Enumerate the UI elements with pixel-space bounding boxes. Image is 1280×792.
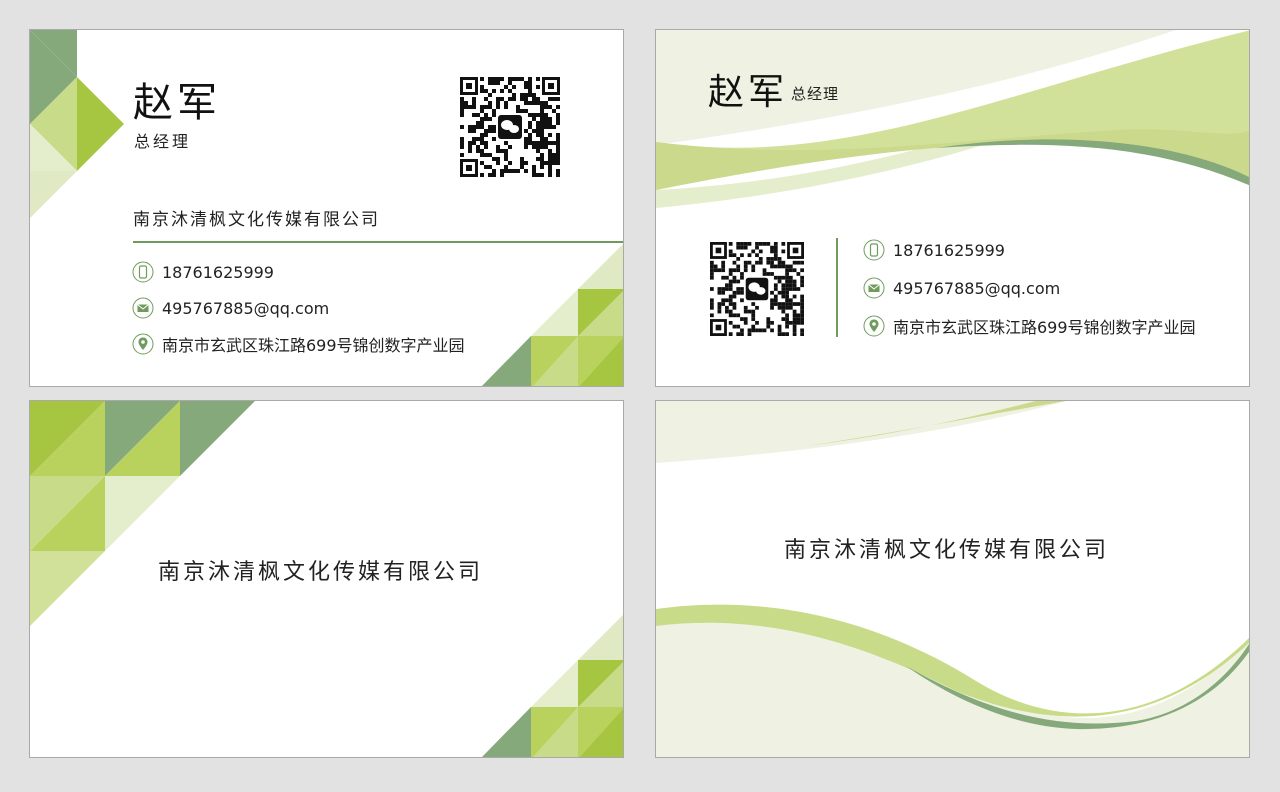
qr-code: [710, 242, 804, 336]
mail-icon: [863, 277, 885, 299]
email-address: 495767885@qq.com: [162, 298, 330, 318]
street-address: 南京市玄武区珠江路699号锦创数字产业园: [893, 318, 1196, 337]
phone-icon: [132, 261, 154, 283]
person-title: 总经理: [791, 85, 840, 103]
geometric-decoration-bottom: [481, 615, 623, 757]
email-address: 495767885@qq.com: [893, 278, 1061, 298]
phone-number: 18761625999: [162, 262, 274, 282]
person-title: 总经理: [134, 132, 192, 151]
divider-line: [133, 241, 623, 243]
business-card-front-geometric: 赵军 总经理 南京沐清枫文化传媒有限公司 18761625999 4957678…: [29, 29, 624, 387]
contact-address: 南京市玄武区珠江路699号锦创数字产业园: [132, 332, 465, 356]
contact-address: 南京市玄武区珠江路699号锦创数字产业园: [863, 314, 1196, 338]
person-name: 赵军: [133, 80, 221, 126]
company-name: 南京沐清枫文化传媒有限公司: [784, 538, 1110, 563]
phone-number: 18761625999: [893, 240, 1005, 260]
location-pin-icon: [863, 315, 885, 337]
contact-phone: 18761625999: [863, 239, 1005, 261]
street-address: 南京市玄武区珠江路699号锦创数字产业园: [162, 336, 465, 355]
business-card-back-geometric: 南京沐清枫文化传媒有限公司: [29, 400, 624, 758]
business-card-front-wave: 赵军 总经理 18761625999 495767885@qq.com 南京市玄…: [655, 29, 1250, 387]
person-name: 赵军: [708, 72, 789, 113]
company-name: 南京沐清枫文化传媒有限公司: [133, 210, 380, 230]
business-card-back-wave: 南京沐清枫文化传媒有限公司: [655, 400, 1250, 758]
contact-email: 495767885@qq.com: [863, 277, 1060, 299]
mail-icon: [132, 297, 154, 319]
phone-icon: [863, 239, 885, 261]
contact-phone: 18761625999: [132, 261, 274, 283]
contact-email: 495767885@qq.com: [132, 297, 329, 319]
divider-line: [836, 238, 838, 337]
wave-decoration: [656, 401, 1249, 757]
location-pin-icon: [132, 333, 154, 355]
qr-code: [460, 77, 560, 177]
